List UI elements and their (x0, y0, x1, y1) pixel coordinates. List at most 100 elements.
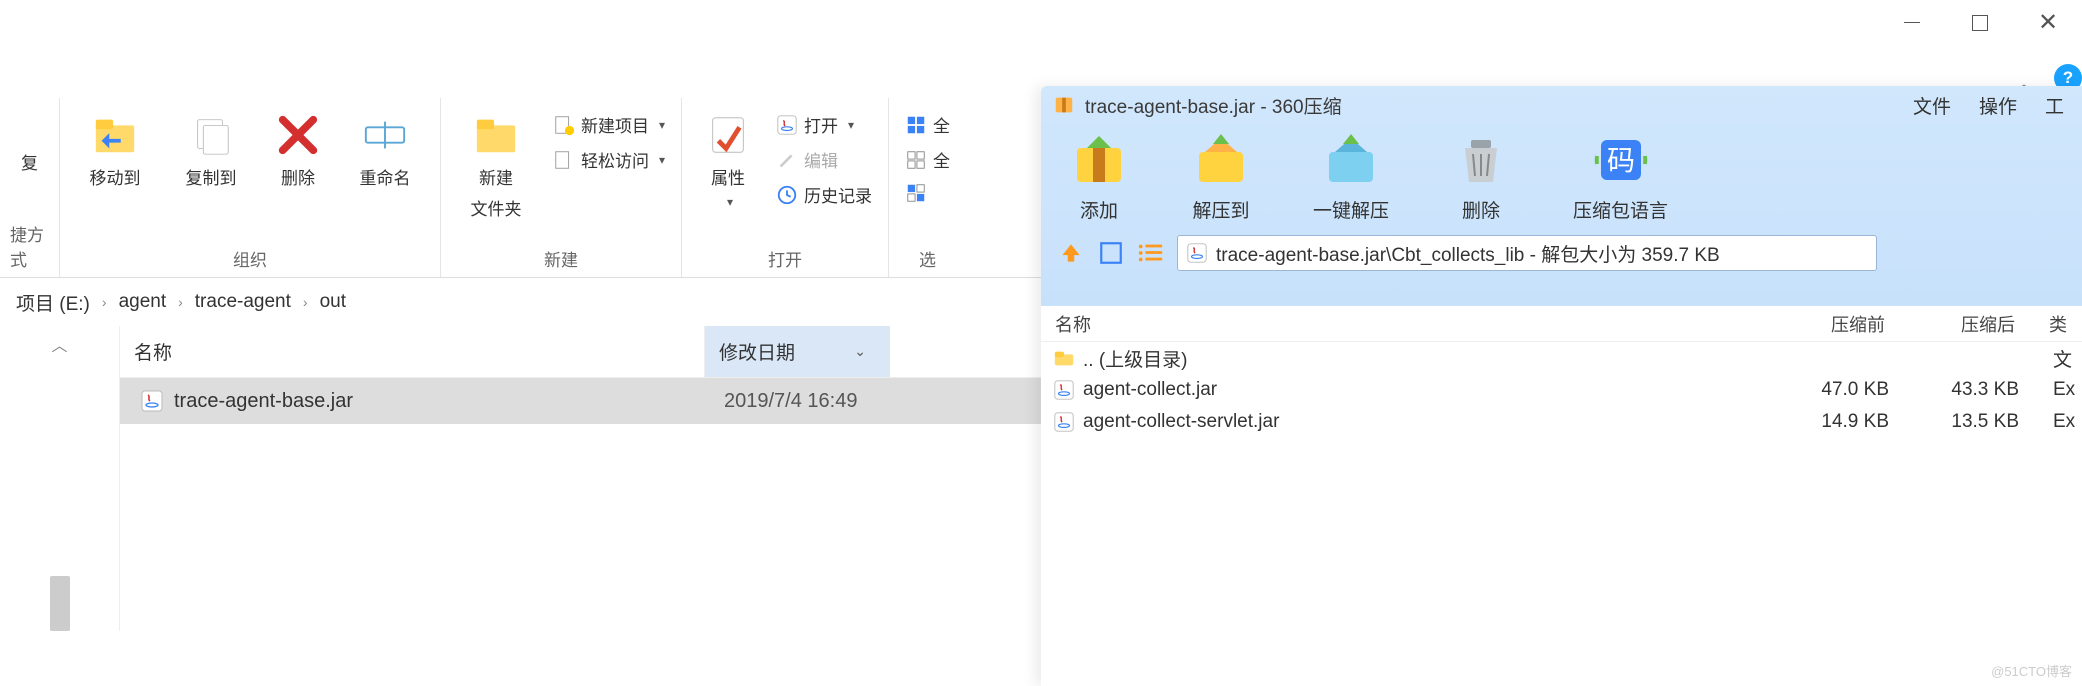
new-folder-icon (473, 112, 519, 158)
file-type: 文 (2043, 345, 2082, 372)
zip-titlebar[interactable]: trace-agent-base.jar - 360压缩 文件 操作 工 (1041, 86, 2082, 124)
folder-move-icon (92, 112, 138, 158)
label: 压缩包语言 (1573, 196, 1668, 223)
ribbon-group-open: 属性 ▾ 打开 ▾ 编辑 历史记录 (682, 98, 889, 277)
new-item-icon (553, 114, 575, 136)
file-list: 名称 修改日期 ⌄ trace-agent-base.jar 2019/7/4 … (120, 326, 1041, 631)
select-none-button[interactable]: 全 (899, 145, 956, 174)
language-icon: 码 (1591, 130, 1651, 190)
partial-label: 复 (21, 149, 38, 174)
group-label: 新建 (451, 242, 671, 273)
label: 打开 (804, 112, 838, 137)
invert-selection-button[interactable] (899, 180, 956, 206)
column-modified[interactable]: 修改日期 ⌄ (704, 326, 890, 377)
label: 复制到 (186, 164, 237, 189)
trash-icon (1451, 130, 1511, 190)
zip-pathbar: trace-agent-base.jar\Cbt_collects_lib - … (1041, 227, 2082, 281)
one-click-extract-icon (1321, 130, 1381, 190)
copy-to-button[interactable]: 复制到 (166, 106, 256, 195)
scrollbar-thumb[interactable] (50, 576, 70, 631)
column-name[interactable]: 名称 (120, 338, 704, 365)
properties-button[interactable]: 属性 ▾ (692, 106, 764, 215)
zip-delete-button[interactable]: 删除 (1451, 130, 1511, 223)
java-jar-icon (140, 389, 164, 413)
easy-access-icon (553, 149, 575, 171)
column-headers[interactable]: 名称 修改日期 ⌄ (120, 326, 1041, 378)
ribbon-group-new: 新建 文件夹 新建项目 ▾ 轻松访问 ▾ 新建 (441, 98, 682, 277)
watermark: @51CTO博客 (1991, 661, 2072, 680)
list-item[interactable]: agent-collect.jar 47.0 KB 43.3 KB Ex (1041, 374, 2082, 406)
list-item[interactable]: .. (上级目录) 文 (1041, 342, 2082, 374)
history-button[interactable]: 历史记录 (770, 180, 878, 209)
rename-icon (362, 112, 408, 158)
menu-operate[interactable]: 操作 (1979, 92, 2017, 119)
one-click-extract-button[interactable]: 一键解压 (1313, 130, 1389, 223)
chevron-right-icon: › (303, 294, 308, 310)
maximize-button[interactable] (1946, 0, 2014, 45)
path-input[interactable]: trace-agent-base.jar\Cbt_collects_lib - … (1177, 235, 1877, 271)
java-jar-icon (1186, 242, 1208, 264)
new-folder-button[interactable]: 新建 文件夹 (451, 106, 541, 226)
close-button[interactable]: ✕ (2014, 0, 2082, 45)
move-to-button[interactable]: 移动到 (70, 106, 160, 195)
select-all-button[interactable]: 全 (899, 110, 956, 139)
breadcrumb-item[interactable]: out (316, 289, 350, 315)
label: 全 (933, 112, 950, 137)
open-button[interactable]: 打开 ▾ (770, 110, 878, 139)
package-language-button[interactable]: 码 压缩包语言 (1573, 130, 1668, 223)
chevron-down-icon: ▾ (659, 118, 665, 132)
explorer-content: ︿ 名称 修改日期 ⌄ trace-agent-base.jar 2019/7/… (0, 326, 1041, 631)
zip-column-headers[interactable]: 名称 压缩前 压缩后 类 (1041, 306, 2082, 342)
zip-window: trace-agent-base.jar - 360压缩 文件 操作 工 添加 … (1041, 86, 2082, 686)
breadcrumb-item[interactable]: 项目 (E:) (12, 287, 94, 318)
file-type: Ex (2043, 411, 2082, 433)
archive-add-icon (1069, 130, 1129, 190)
column-type[interactable]: 类 (2039, 311, 2082, 337)
list-item[interactable]: trace-agent-base.jar 2019/7/4 16:49 (120, 378, 1041, 424)
group-label: 选 (899, 242, 956, 273)
file-name: trace-agent-base.jar (174, 390, 724, 413)
minimize-button[interactable] (1878, 0, 1946, 45)
extract-to-button[interactable]: 解压到 (1191, 130, 1251, 223)
column-after[interactable]: 压缩后 (1909, 311, 2039, 337)
history-icon (776, 184, 798, 206)
select-all-icon (905, 114, 927, 136)
nav-pane[interactable]: ︿ (0, 326, 120, 631)
java-jar-icon (1053, 379, 1075, 401)
extract-to-icon (1191, 130, 1251, 190)
menu-tools[interactable]: 工 (2045, 92, 2064, 119)
edit-button[interactable]: 编辑 (770, 145, 878, 174)
view-icons-button[interactable] (1097, 239, 1125, 267)
rename-button[interactable]: 重命名 (340, 106, 430, 195)
list-item[interactable]: agent-collect-servlet.jar 14.9 KB 13.5 K… (1041, 406, 2082, 438)
view-list-button[interactable] (1137, 239, 1165, 267)
menu-file[interactable]: 文件 (1913, 92, 1951, 119)
label-line1: 新建 (479, 164, 513, 189)
breadcrumb-item[interactable]: agent (115, 289, 171, 315)
properties-icon (705, 112, 751, 158)
java-icon (776, 114, 798, 136)
breadcrumb[interactable]: 项目 (E:) › agent › trace-agent › out (0, 278, 1041, 326)
up-button[interactable] (1057, 239, 1085, 267)
label-line2: 文件夹 (471, 195, 522, 220)
ribbon: 复 捷方式 移动到 复制到 删除 (0, 98, 1041, 278)
list-icon (1137, 240, 1165, 266)
column-before[interactable]: 压缩前 (1779, 311, 1909, 337)
file-name: .. (上级目录) (1083, 345, 1783, 372)
zip-header: trace-agent-base.jar - 360压缩 文件 操作 工 添加 … (1041, 86, 2082, 306)
file-modified: 2019/7/4 16:49 (724, 390, 910, 413)
column-name[interactable]: 名称 (1041, 311, 1779, 337)
label: 一键解压 (1313, 196, 1389, 223)
delete-button[interactable]: 删除 (262, 106, 334, 195)
chevron-up-icon[interactable]: ︿ (51, 332, 67, 356)
explorer-window: 复 捷方式 移动到 复制到 删除 (0, 98, 1041, 631)
ribbon-group-organize: 移动到 复制到 删除 重命名 组织 (60, 98, 441, 277)
edit-icon (776, 149, 798, 171)
breadcrumb-item[interactable]: trace-agent (191, 289, 295, 315)
easy-access-button[interactable]: 轻松访问 ▾ (547, 145, 671, 174)
label: 轻松访问 (581, 147, 649, 172)
label: 编辑 (804, 147, 838, 172)
add-button[interactable]: 添加 (1069, 130, 1129, 223)
chevron-down-icon[interactable]: ⌄ (854, 343, 866, 360)
new-item-button[interactable]: 新建项目 ▾ (547, 110, 671, 139)
